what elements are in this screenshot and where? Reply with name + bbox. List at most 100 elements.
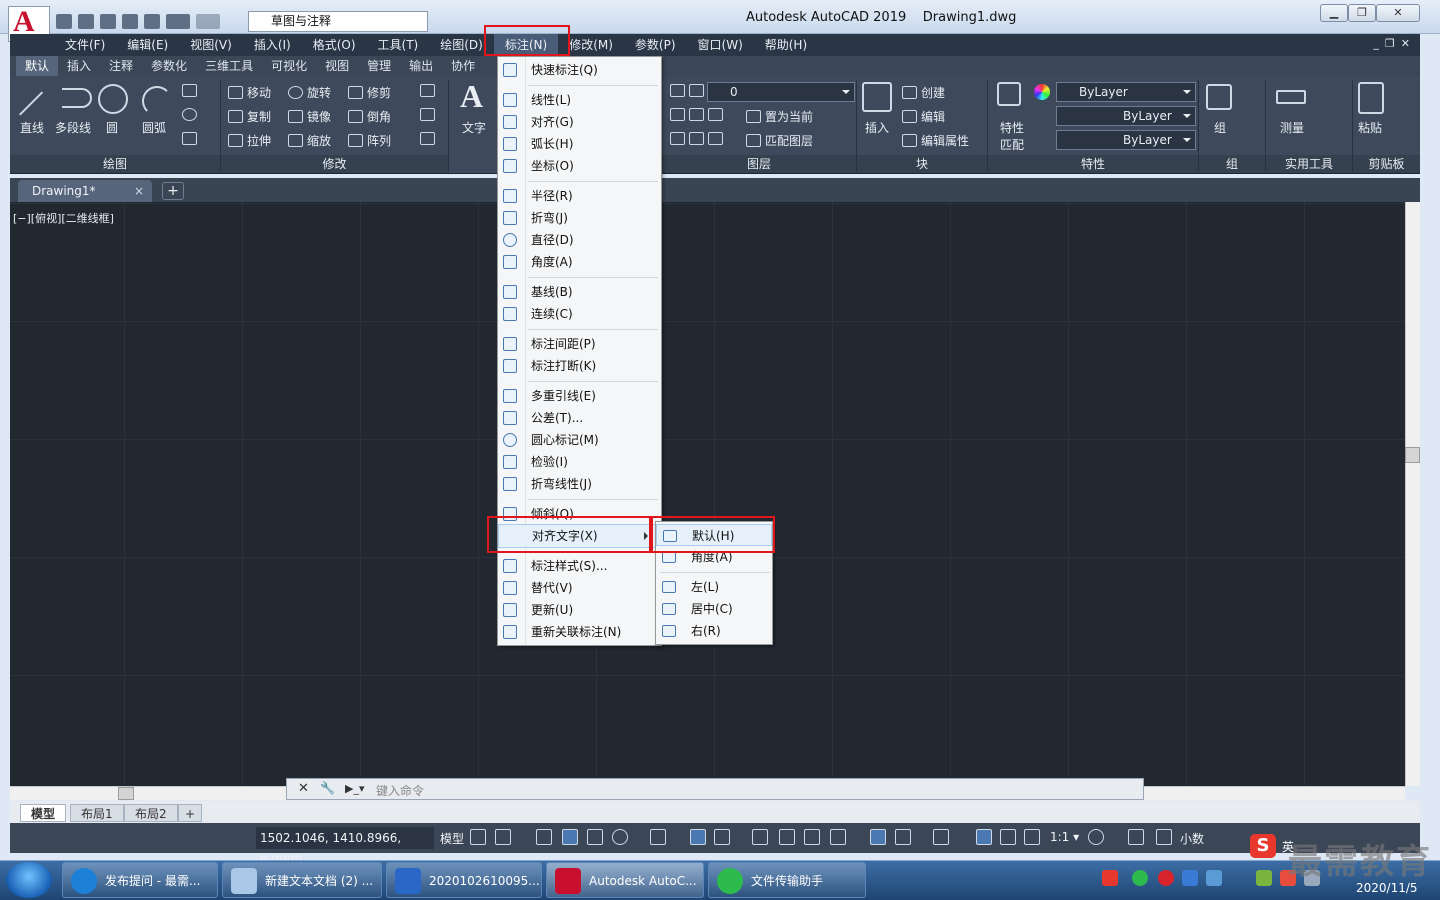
taskbar-item-notepad[interactable]: 新建文本文档 (2) ... [222, 862, 382, 898]
copy-button[interactable]: 复制 [228, 108, 271, 125]
close-window-button[interactable]: ✕ [1376, 4, 1420, 22]
menu-help[interactable]: 帮助(H) [754, 34, 818, 56]
menu-override[interactable]: 替代(V) [498, 577, 661, 599]
panel-draw-footer[interactable]: 绘图 [10, 155, 220, 173]
menu-diameter[interactable]: 直径(D) [498, 229, 661, 251]
close-command-icon[interactable]: ✕ [298, 781, 309, 796]
panel-clipboard-footer[interactable]: 剪贴板 [1353, 155, 1420, 173]
network-tray-icon[interactable] [1206, 870, 1222, 886]
horizontal-scroll-thumb[interactable] [118, 787, 134, 800]
coordinates-readout[interactable]: 1502.1046, 1410.8966, 0.0000 [256, 827, 434, 867]
redo-icon[interactable] [196, 13, 220, 29]
panel-block-footer[interactable]: 块 [857, 155, 987, 173]
settings-gear-icon[interactable] [1088, 829, 1104, 845]
sogou-tray-icon[interactable] [1102, 870, 1118, 886]
menu-quick-dimension[interactable]: 快速标注(Q) [498, 59, 661, 81]
workspace-switch-icon[interactable] [933, 829, 949, 845]
tab-layout2[interactable]: 布局2 [124, 804, 178, 822]
hatch-tool[interactable] [182, 132, 201, 146]
taskbar-item-ie[interactable]: 发布提问 - 最需... [62, 862, 218, 898]
trim-button[interactable]: 修剪 [348, 84, 391, 101]
object-snap-tracking-icon[interactable] [690, 829, 706, 845]
arc-button[interactable]: 圆弧 [142, 119, 166, 136]
menu-tools[interactable]: 工具(T) [367, 34, 430, 56]
tab-view[interactable]: 视图 [316, 56, 358, 76]
isodraft-icon[interactable] [650, 829, 666, 845]
array-button[interactable]: 阵列 [348, 132, 391, 149]
model-space-toggle[interactable]: 模型 [440, 830, 464, 847]
menu-view[interactable]: 视图(V) [179, 34, 243, 56]
edit-block-button[interactable]: 编辑 [902, 108, 945, 125]
edit-attr-button[interactable]: 编辑属性 [902, 132, 969, 149]
panel-properties-footer[interactable]: 特性 [988, 155, 1198, 173]
clock-date[interactable]: 2020/11/5 [1356, 881, 1418, 895]
drawing-canvas[interactable] [10, 202, 1405, 786]
menu-linear[interactable]: 线性(L) [498, 89, 661, 111]
tab-parametric[interactable]: 参数化 [142, 56, 196, 76]
scale-button[interactable]: 缩放 [288, 132, 331, 149]
selection-cycling-icon[interactable] [804, 829, 820, 845]
transparency-icon[interactable] [779, 829, 795, 845]
open-file-icon[interactable] [78, 13, 94, 29]
menu-jogged[interactable]: 折弯(J) [498, 207, 661, 229]
shield-tray-icon[interactable] [1182, 870, 1198, 886]
infer-icon[interactable] [536, 829, 552, 845]
menu-multileader[interactable]: 多重引线(E) [498, 385, 661, 407]
menu-arc-length[interactable]: 弧长(H) [498, 133, 661, 155]
layer-select[interactable]: 0 [707, 82, 855, 102]
menu-dim-break[interactable]: 标注打断(K) [498, 355, 661, 377]
mirror-button[interactable]: 镜像 [288, 108, 331, 125]
submenu-left[interactable]: 左(L) [656, 576, 772, 598]
match-layer-button[interactable]: 匹配图层 [746, 132, 813, 149]
panel-modify-footer[interactable]: 修改 [221, 155, 448, 173]
menu-update[interactable]: 更新(U) [498, 599, 661, 621]
undo-icon[interactable] [166, 13, 190, 29]
menu-edit[interactable]: 编辑(E) [116, 34, 179, 56]
command-input[interactable]: 键入命令 [376, 782, 424, 799]
layer-state-icons[interactable] [670, 84, 708, 98]
menu-ordinate[interactable]: 坐标(O) [498, 155, 661, 177]
panel-utilities-footer[interactable]: 实用工具 [1266, 155, 1352, 173]
lineweight-icon[interactable] [752, 829, 768, 845]
match-properties-button[interactable]: 特性 [1000, 119, 1024, 136]
menu-aligned[interactable]: 对齐(G) [498, 111, 661, 133]
annotation-autoscale-icon[interactable] [1000, 829, 1016, 845]
tab-output[interactable]: 输出 [400, 56, 442, 76]
tab-collaborate[interactable]: 协作 [442, 56, 484, 76]
set-current-button[interactable]: 置为当前 [746, 108, 813, 125]
linetype-select[interactable]: ByLayer [1056, 106, 1196, 126]
circle-button[interactable]: 圆 [106, 119, 118, 136]
save-as-icon[interactable] [122, 13, 138, 29]
menu-jogged-linear[interactable]: 折弯线性(J) [498, 473, 661, 495]
menu-baseline[interactable]: 基线(B) [498, 281, 661, 303]
rotate-button[interactable]: 旋转 [288, 84, 331, 101]
fillet-button[interactable]: 倒角 [348, 108, 391, 125]
start-button[interactable] [6, 862, 52, 898]
polar-icon[interactable] [612, 829, 628, 845]
osnap-icon[interactable] [714, 829, 730, 845]
move-button[interactable]: 移动 [228, 84, 271, 101]
menu-dim-style[interactable]: 标注样式(S)... [498, 555, 661, 577]
minimize-button[interactable]: ▁ [1320, 4, 1348, 22]
tab-layout1[interactable]: 布局1 [70, 804, 124, 822]
tab-visualize[interactable]: 可视化 [262, 56, 316, 76]
dynamic-input-icon[interactable] [562, 829, 578, 845]
submenu-right[interactable]: 右(R) [656, 620, 772, 642]
wechat-tray-icon[interactable] [1132, 870, 1148, 886]
tab-annotate[interactable]: 注释 [100, 56, 142, 76]
annotation-icon[interactable] [1024, 829, 1040, 845]
plus-icon[interactable] [1128, 829, 1144, 845]
save-icon[interactable] [100, 13, 116, 29]
wrench-icon[interactable]: 🔧 [320, 781, 335, 795]
stretch-button[interactable]: 拉伸 [228, 132, 271, 149]
lineweight-select[interactable]: ByLayer [1056, 130, 1196, 150]
3d-osnap-icon[interactable] [830, 829, 846, 845]
menu-reassociate[interactable]: 重新关联标注(N) [498, 621, 661, 643]
units-select[interactable]: 小数 [1180, 830, 1204, 847]
units-icon[interactable] [1156, 829, 1172, 845]
menu-window[interactable]: 窗口(W) [687, 34, 754, 56]
create-block-button[interactable]: 创建 [902, 84, 945, 101]
taskbar-item-word[interactable]: 2020102610095... [386, 862, 542, 898]
menu-file[interactable]: 文件(F) [54, 34, 116, 56]
grid-icon[interactable] [470, 829, 486, 845]
